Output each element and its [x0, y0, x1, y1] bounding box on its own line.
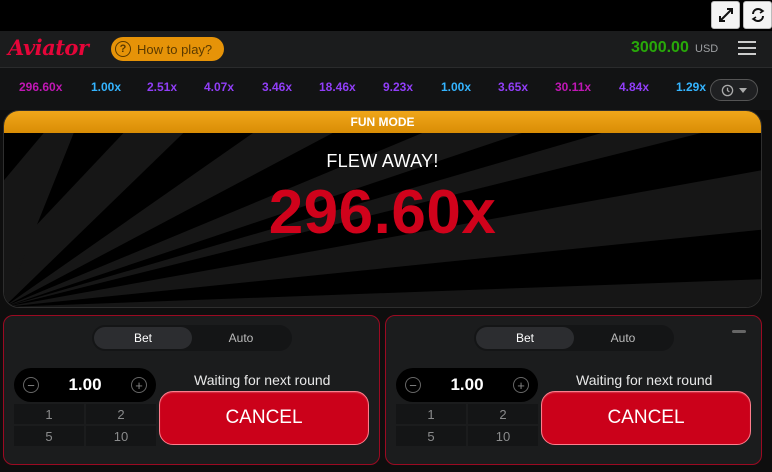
flew-away-label: FLEW AWAY!	[326, 151, 439, 171]
minus-icon[interactable]: −	[405, 377, 421, 393]
expand-arrows-icon	[718, 8, 733, 22]
fullscreen-button[interactable]	[711, 1, 740, 29]
history-clock-icon	[721, 84, 733, 96]
minus-icon[interactable]: −	[23, 377, 39, 393]
history-item[interactable]: 9.23x	[383, 80, 413, 94]
hamburger-menu-icon[interactable]	[738, 41, 756, 56]
bet-panel-2: Bet Auto − 1.00 + 1 2 5 10 Waiting for n…	[385, 315, 762, 465]
quick-amount-5[interactable]: 5	[396, 426, 466, 446]
history-item[interactable]: 1.29x	[676, 80, 706, 94]
history-item[interactable]: 3.65x	[498, 80, 528, 94]
fun-mode-banner: FUN MODE	[4, 111, 761, 133]
bet-amount-value[interactable]: 1.00	[68, 375, 101, 395]
bet-panel-1: Bet Auto − 1.00 + 1 2 5 10 Waiting for n…	[3, 315, 380, 465]
tab-auto[interactable]: Auto	[192, 327, 290, 349]
waiting-status: Waiting for next round	[194, 372, 331, 388]
how-to-play-label: How to play?	[137, 41, 213, 57]
history-toggle-button[interactable]	[710, 79, 758, 101]
remove-panel-icon[interactable]	[732, 330, 746, 333]
tab-auto[interactable]: Auto	[574, 327, 672, 349]
cancel-button[interactable]: CANCEL	[541, 391, 751, 445]
plus-icon[interactable]: +	[131, 377, 147, 393]
history-item[interactable]: 18.46x	[319, 80, 356, 94]
refresh-button[interactable]	[743, 1, 772, 29]
how-to-play-button[interactable]: ? How to play?	[111, 37, 224, 61]
multiplier-history: 296.60x 1.00x 2.51x 4.07x 3.46x 18.46x 9…	[0, 68, 772, 110]
bet-amount-stepper: − 1.00 +	[14, 368, 156, 402]
quick-amount-2[interactable]: 2	[86, 404, 156, 424]
history-item[interactable]: 1.00x	[441, 80, 471, 94]
refresh-icon	[751, 8, 764, 22]
quick-amount-1[interactable]: 1	[14, 404, 84, 424]
quick-amount-10[interactable]: 10	[86, 426, 156, 446]
currency-label: USD	[695, 43, 719, 55]
tab-bet[interactable]: Bet	[94, 327, 192, 349]
question-icon: ?	[115, 41, 131, 57]
game-area: FUN MODE FLEW AWAY! 296.60x	[3, 110, 762, 308]
bet-amount-stepper: − 1.00 +	[396, 368, 538, 402]
bet-mode-tabs: Bet Auto	[92, 325, 292, 351]
tab-bet[interactable]: Bet	[476, 327, 574, 349]
quick-amount-1[interactable]: 1	[396, 404, 466, 424]
balance-value: 3000.00	[631, 39, 689, 56]
top-strip	[0, 0, 772, 31]
cancel-button[interactable]: CANCEL	[159, 391, 369, 445]
chevron-down-icon	[738, 88, 747, 93]
bet-amount-value[interactable]: 1.00	[450, 375, 483, 395]
aviator-logo: Aviator	[8, 35, 89, 60]
quick-amount-10[interactable]: 10	[468, 426, 538, 446]
history-item[interactable]: 3.46x	[262, 80, 292, 94]
history-item[interactable]: 1.00x	[91, 80, 121, 94]
history-item[interactable]: 4.07x	[204, 80, 234, 94]
plus-icon[interactable]: +	[513, 377, 529, 393]
crash-multiplier: 296.60x	[268, 178, 497, 247]
history-item[interactable]: 296.60x	[19, 80, 62, 94]
quick-amount-2[interactable]: 2	[468, 404, 538, 424]
header: Aviator ? How to play? 3000.00 USD	[0, 31, 772, 68]
waiting-status: Waiting for next round	[576, 372, 713, 388]
history-item[interactable]: 2.51x	[147, 80, 177, 94]
history-item[interactable]: 4.84x	[619, 80, 649, 94]
bet-mode-tabs: Bet Auto	[474, 325, 674, 351]
history-item[interactable]: 30.11x	[555, 80, 591, 94]
quick-amount-5[interactable]: 5	[14, 426, 84, 446]
